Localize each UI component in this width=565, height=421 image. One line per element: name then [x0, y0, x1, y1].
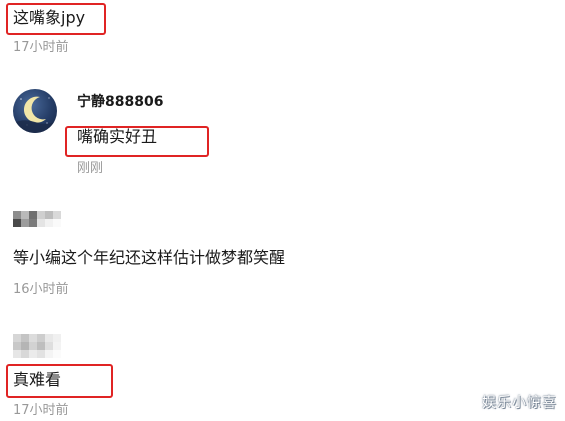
username-mosaic-2 — [13, 334, 61, 358]
crescent-moon-icon — [13, 96, 57, 133]
highlight-box-comment-1 — [6, 3, 106, 35]
reply-username[interactable]: 宁静888806 — [77, 93, 163, 111]
highlight-box-comment-2 — [65, 126, 209, 157]
comment-3-text: 等小编这个年纪还这样估计做梦都笑醒 — [13, 248, 286, 267]
comment-1-time: 17小时前 — [13, 40, 69, 55]
comment-2-time: 刚刚 — [77, 161, 104, 176]
comment-3-time: 16小时前 — [13, 282, 69, 297]
avatar[interactable] — [13, 89, 57, 133]
comment-4-time: 17小时前 — [13, 403, 69, 418]
username-mosaic-1 — [13, 211, 61, 227]
highlight-box-comment-4 — [6, 364, 113, 398]
watermark: 娱乐小惊喜 — [482, 395, 557, 411]
